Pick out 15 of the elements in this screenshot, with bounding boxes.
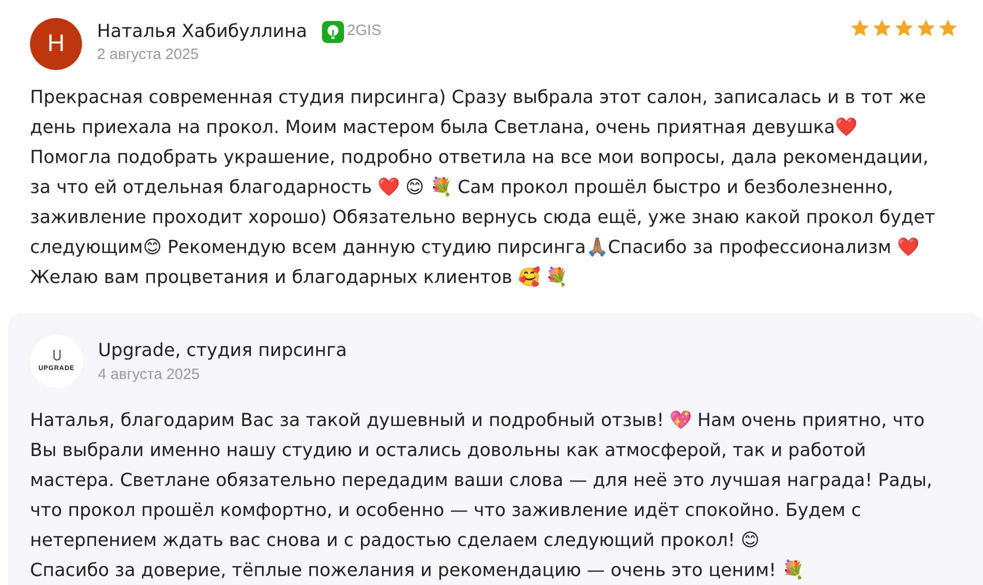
logo-mark-icon [52,350,60,362]
author-name: Наталья Хабибуллина [97,20,308,44]
reply-text: Наталья, благодарим Вас за такой душевный и подробный отзыв! 💖 Нам очень приятно, что Вы выбрали именно нашу студию и остались довольны как атмосферой, так и работой мастера. Светлане обязательно передадим ваши слова — для неё это лучшая награда! Рады, что прокол прошёл комфортно, и особенно — что заживление идёт спокойно. Будем с нетерпением ждать вас снова и с радостью сделаем следующий прокол! 😊 Спасибо за доверие, тёплые пожелания и рекомендацию — очень это ценим! 💐 [30,409,934,583]
star-icon [850,18,870,38]
source-label: 2GIS [347,21,382,42]
review-date: 2 августа 2025 [97,45,200,65]
pin-icon [322,20,344,42]
star-icon [872,18,892,38]
star-icon [894,18,914,38]
reply-author: Upgrade, студия пирсинга [98,338,347,363]
review-text: Прекрасная современная студия пирсинга) Сразу выбрала этот салон, записалась и в тот же день приехала на прокол. Моим мастером была Светлана, очень приятная девушка❤ Помогла подобрать украшение, подробно ответила на все мои вопросы, дала рекомендации, за что ей отдельная благодарность ❤ 😊 💐 Сам прокол прошёл быстро и безболезненно, заживление проходит хорошо) Обязательно вернусь сюда ещё, уже знаю какой прокол будет следующим😊 Рекомендую всем данную студию пирсинга🙏🏽Спасибо за профессионализм ❤ Желаю вам процветания и благодарных клиентов 🥰 💐 [29,86,936,290]
avatar: Н [30,18,82,70]
star-icon [916,18,936,38]
reply-date: 4 августа 2025 [98,364,201,385]
star-icon [938,18,958,38]
